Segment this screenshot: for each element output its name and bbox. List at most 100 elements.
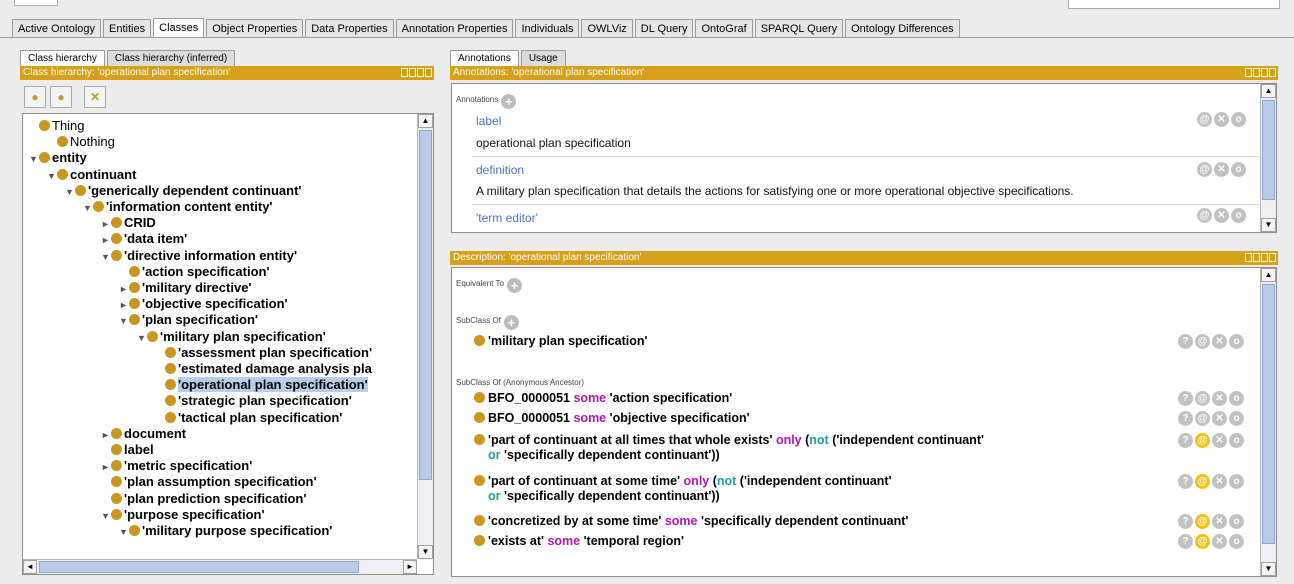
- tree-item[interactable]: 'strategic plan specification': [155, 393, 352, 409]
- collapse-icon[interactable]: ▼: [83, 200, 93, 216]
- edit-icon[interactable]: o: [1231, 162, 1246, 177]
- edit-icon[interactable]: o: [1231, 112, 1246, 127]
- explain-icon[interactable]: ?: [1178, 391, 1193, 406]
- tree-item[interactable]: label: [101, 442, 154, 458]
- annotate-icon[interactable]: @: [1197, 112, 1212, 127]
- tree-item[interactable]: 'operational plan specification': [155, 377, 368, 393]
- annotate-icon[interactable]: @: [1195, 514, 1210, 529]
- edit-icon[interactable]: o: [1229, 514, 1244, 529]
- annotate-icon[interactable]: @: [1195, 433, 1210, 448]
- edit-icon[interactable]: o: [1229, 433, 1244, 448]
- anonymous-ancestor-row[interactable]: 'exists at' some 'temporal region': [474, 534, 684, 549]
- tree-item[interactable]: ▼ 'military plan specification': [137, 329, 326, 345]
- tree-item[interactable]: ► 'data item': [101, 231, 187, 247]
- edit-icon[interactable]: o: [1229, 474, 1244, 489]
- edit-icon[interactable]: o: [1229, 334, 1244, 349]
- delete-icon[interactable]: ✕: [1212, 334, 1227, 349]
- explain-icon[interactable]: ?: [1178, 411, 1193, 426]
- delete-icon[interactable]: ✕: [1212, 411, 1227, 426]
- tree-item[interactable]: Thing: [29, 118, 85, 134]
- tree-horizontal-scrollbar[interactable]: ◄ ►: [23, 559, 417, 574]
- annotate-icon[interactable]: @: [1195, 411, 1210, 426]
- annotations-scrollbar[interactable]: ▲ ▼: [1260, 84, 1276, 232]
- annotation-property-definition[interactable]: definition: [476, 163, 524, 177]
- anonymous-ancestor-row[interactable]: 'concretized by at some time' some 'spec…: [474, 514, 908, 529]
- edit-icon[interactable]: o: [1231, 208, 1246, 223]
- delete-icon[interactable]: ✕: [1212, 514, 1227, 529]
- description-scrollbar[interactable]: ▲ ▼: [1260, 268, 1276, 576]
- annotate-icon[interactable]: @: [1195, 474, 1210, 489]
- tree-item[interactable]: ► 'military directive': [119, 280, 252, 296]
- annotate-icon[interactable]: @: [1195, 391, 1210, 406]
- tab-ontology-differences[interactable]: Ontology Differences: [845, 19, 960, 38]
- delete-icon[interactable]: ✕: [1212, 474, 1227, 489]
- superclass-row[interactable]: 'military plan specification': [474, 334, 647, 349]
- collapse-icon[interactable]: ▼: [29, 151, 39, 167]
- explain-icon[interactable]: ?: [1178, 474, 1193, 489]
- annotate-icon[interactable]: @: [1195, 334, 1210, 349]
- add-superclass-icon[interactable]: +: [503, 315, 519, 330]
- edit-icon[interactable]: o: [1229, 411, 1244, 426]
- delete-icon[interactable]: ✕: [1214, 162, 1229, 177]
- view-controls[interactable]: [1245, 253, 1276, 262]
- tree-vertical-scrollbar[interactable]: ▲ ▼: [417, 114, 433, 559]
- add-annotation-icon[interactable]: +: [501, 94, 517, 109]
- anonymous-ancestor-row[interactable]: 'part of continuant at all times that wh…: [474, 433, 984, 463]
- collapse-icon[interactable]: ▼: [101, 249, 111, 265]
- tree-item[interactable]: ► document: [101, 426, 186, 442]
- collapse-icon[interactable]: ▼: [137, 330, 147, 346]
- view-controls[interactable]: [1245, 68, 1276, 77]
- tab-dl-query[interactable]: DL Query: [634, 19, 694, 38]
- delete-icon[interactable]: ✕: [1212, 391, 1227, 406]
- anonymous-ancestor-row[interactable]: 'part of continuant at some time' only (…: [474, 474, 892, 504]
- tree-item[interactable]: 'plan assumption specification': [101, 474, 317, 490]
- expand-icon[interactable]: ►: [101, 427, 111, 443]
- collapse-icon[interactable]: ▼: [119, 524, 129, 540]
- edit-icon[interactable]: o: [1229, 534, 1244, 549]
- collapse-icon[interactable]: ▼: [47, 168, 57, 184]
- view-controls[interactable]: [401, 68, 432, 77]
- tree-item[interactable]: 'assessment plan specification': [155, 345, 372, 361]
- delete-icon[interactable]: ✕: [1214, 208, 1229, 223]
- delete-class-button[interactable]: ✕: [84, 86, 106, 108]
- tab-usage[interactable]: Usage: [520, 50, 566, 66]
- tab-owlviz[interactable]: OWLViz: [581, 19, 633, 38]
- edit-icon[interactable]: o: [1229, 391, 1244, 406]
- tab-class-hierarchy[interactable]: Class hierarchy: [20, 50, 105, 66]
- annotate-icon[interactable]: @: [1197, 208, 1212, 223]
- toolbar-stub[interactable]: [14, 0, 58, 6]
- tab-individuals[interactable]: Individuals: [515, 19, 580, 38]
- anonymous-ancestor-row[interactable]: BFO_0000051 some 'objective specificatio…: [474, 411, 750, 426]
- collapse-icon[interactable]: ▼: [119, 313, 129, 329]
- tree-item[interactable]: ► 'objective specification': [119, 296, 288, 312]
- tab-ontograf[interactable]: OntoGraf: [695, 19, 753, 38]
- class-tree[interactable]: Thing Nothing ▼ entity ▼ continuant ▼ 'generica…: [22, 113, 434, 575]
- tree-item[interactable]: ▼ 'generically dependent continuant': [65, 183, 302, 199]
- explain-icon[interactable]: ?: [1178, 334, 1193, 349]
- tree-item[interactable]: ▼ 'purpose specification': [101, 507, 265, 523]
- tab-object-properties[interactable]: Object Properties: [206, 19, 304, 38]
- delete-icon[interactable]: ✕: [1214, 112, 1229, 127]
- expand-icon[interactable]: ►: [119, 297, 129, 313]
- collapse-icon[interactable]: ▼: [101, 508, 111, 524]
- annotation-property-label[interactable]: label: [476, 114, 501, 128]
- tab-class-hierarchy-inferred[interactable]: Class hierarchy (inferred): [106, 50, 236, 66]
- tree-item[interactable]: 'estimated damage analysis pla: [155, 361, 372, 377]
- tree-item[interactable]: 'action specification': [119, 264, 270, 280]
- expand-icon[interactable]: ►: [101, 232, 111, 248]
- annotation-property-term-editor[interactable]: 'term editor': [476, 211, 538, 225]
- tree-item[interactable]: ► CRID: [101, 215, 156, 231]
- delete-icon[interactable]: ✕: [1212, 433, 1227, 448]
- annotate-icon[interactable]: @: [1197, 162, 1212, 177]
- delete-icon[interactable]: ✕: [1212, 534, 1227, 549]
- tree-item[interactable]: ▼ 'directive information entity': [101, 248, 297, 264]
- anonymous-ancestor-row[interactable]: BFO_0000051 some 'action specification': [474, 391, 732, 406]
- tree-item[interactable]: Nothing: [47, 134, 115, 150]
- tree-item[interactable]: ► 'metric specification': [101, 458, 252, 474]
- add-sibling-button[interactable]: ●: [50, 86, 72, 108]
- tree-item[interactable]: ▼ 'plan specification': [119, 312, 258, 328]
- explain-icon[interactable]: ?: [1178, 514, 1193, 529]
- explain-icon[interactable]: ?: [1178, 534, 1193, 549]
- tree-item[interactable]: ▼ 'information content entity': [83, 199, 273, 215]
- tab-active-ontology[interactable]: Active Ontology: [12, 19, 102, 38]
